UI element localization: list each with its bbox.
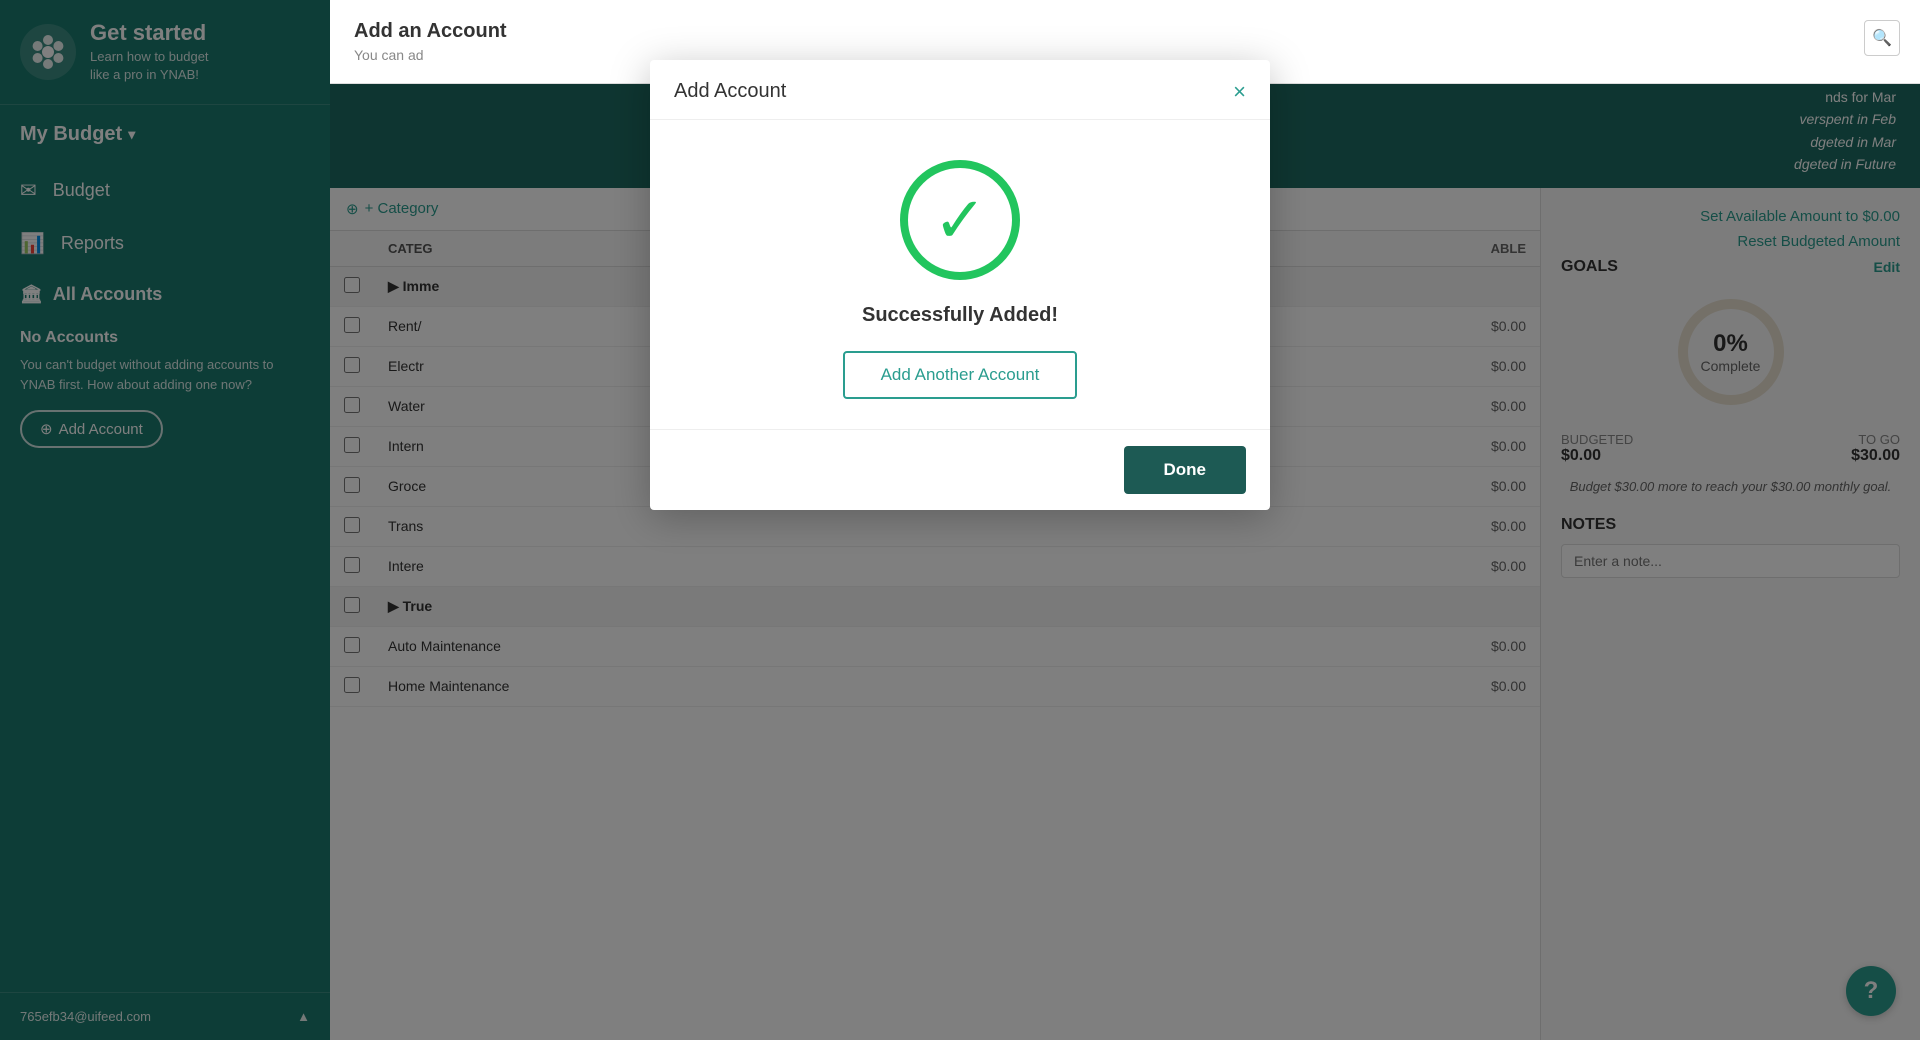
add-another-account-button[interactable]: Add Another Account <box>843 351 1078 399</box>
done-button[interactable]: Done <box>1124 446 1247 494</box>
search-icon: 🔍 <box>1872 28 1892 48</box>
modal-body: ✓ Successfully Added! Add Another Accoun… <box>650 120 1270 429</box>
add-account-panel-title: Add an Account <box>354 20 1896 43</box>
modal-title: Add Account <box>674 80 786 103</box>
check-mark-icon: ✓ <box>933 188 987 252</box>
modal-overlay: Add an Account You can ad 🔍 Add Account … <box>0 0 1920 1040</box>
modal-footer: Done <box>650 429 1270 510</box>
search-icon-btn[interactable]: 🔍 <box>1864 20 1900 56</box>
modal-close-button[interactable]: × <box>1233 81 1246 103</box>
modal-header: Add Account × <box>650 60 1270 120</box>
success-circle: ✓ <box>900 160 1020 280</box>
add-account-modal: Add Account × ✓ Successfully Added! Add … <box>650 60 1270 510</box>
success-text: Successfully Added! <box>862 304 1058 327</box>
